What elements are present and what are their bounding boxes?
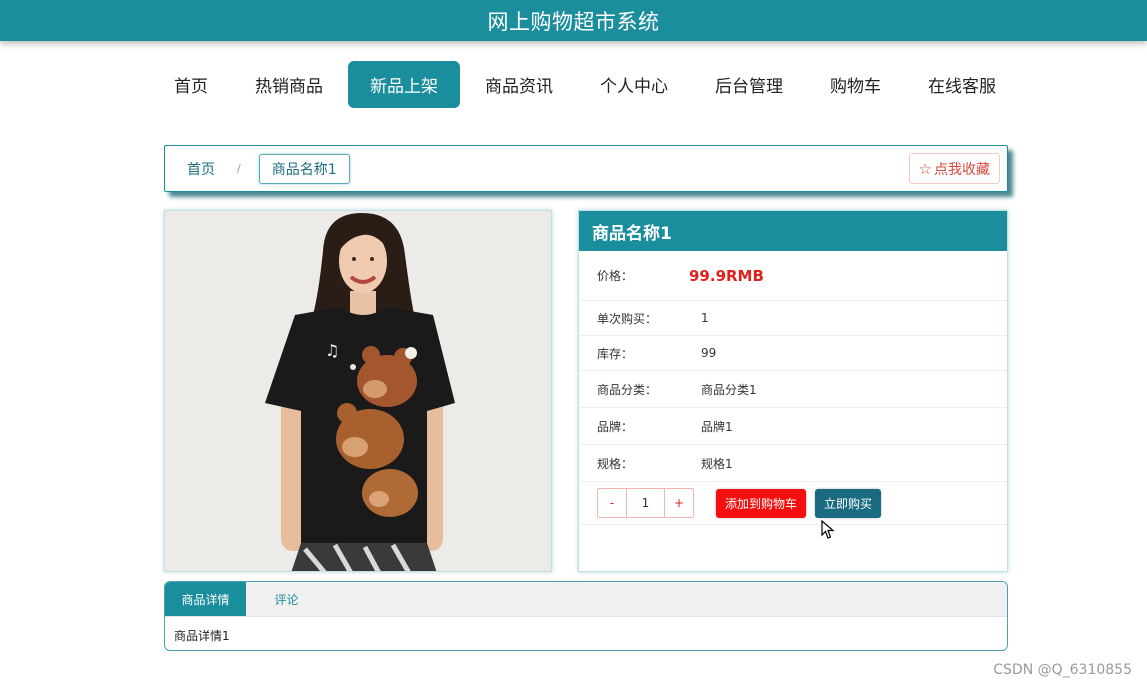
product-name: 商品名称1 <box>579 211 1007 251</box>
tab-content: 商品详情1 <box>174 629 230 643</box>
category-value: 商品分类1 <box>701 382 757 397</box>
product-info-panel: 商品名称1 价格： 99.9RMB 单次购买： 1 库存： 99 商品分类： 商… <box>578 210 1008 572</box>
stock-value: 99 <box>701 346 717 360</box>
tab-product-details[interactable]: 商品详情 <box>165 582 246 616</box>
breadcrumb-home-link[interactable]: 首页 <box>187 159 215 179</box>
info-row-spec: 规格： 规格1 <box>579 445 1007 482</box>
category-label: 商品分类： <box>597 382 658 397</box>
nav-item-home[interactable]: 首页 <box>152 61 230 108</box>
info-row-price: 价格： 99.9RMB <box>579 251 1007 301</box>
nav-item-hot-products[interactable]: 热销商品 <box>233 61 345 108</box>
nav-item-admin[interactable]: 后台管理 <box>693 61 805 108</box>
add-to-cart-button[interactable]: 添加到购物车 <box>716 488 807 518</box>
buy-now-button[interactable]: 立即购买 <box>815 488 882 518</box>
buy-actions: - 1 + 添加到购物车 立即购买 <box>579 482 1007 525</box>
purchase-qty-value: 1 <box>701 311 709 325</box>
tab-bar: 商品详情 评论 <box>165 582 1007 617</box>
watermark: CSDN @Q_6310855 <box>993 662 1132 678</box>
quantity-input[interactable]: 1 <box>626 489 665 517</box>
quantity-decrease-button[interactable]: - <box>598 489 626 517</box>
info-row-purchase-qty: 单次购买： 1 <box>579 301 1007 336</box>
price-label: 价格： <box>597 269 634 283</box>
stock-label: 库存： <box>597 346 634 361</box>
nav-item-customer-service[interactable]: 在线客服 <box>906 61 1018 108</box>
purchase-qty-label: 单次购买： <box>597 311 658 326</box>
breadcrumb-separator: / <box>237 162 241 175</box>
nav-item-product-news[interactable]: 商品资讯 <box>463 61 575 108</box>
nav-item-user-center[interactable]: 个人中心 <box>578 61 690 108</box>
spec-value: 规格1 <box>701 456 733 471</box>
nav-item-new-arrivals[interactable]: 新品上架 <box>348 61 460 108</box>
favorite-label: 点我收藏 <box>934 161 990 178</box>
nav-item-cart[interactable]: 购物车 <box>808 61 903 108</box>
brand-label: 品牌： <box>597 419 634 434</box>
price-value: 99.9RMB <box>689 266 764 285</box>
site-title: 网上购物超市系统 <box>487 9 660 34</box>
favorite-button[interactable]: ☆ 点我收藏 <box>908 153 1000 184</box>
info-row-stock: 库存： 99 <box>579 336 1007 371</box>
header-bar: 网上购物超市系统 <box>0 0 1147 41</box>
info-row-category: 商品分类： 商品分类1 <box>579 371 1007 408</box>
svg-text:♫: ♫ <box>325 341 339 360</box>
tab-comments[interactable]: 评论 <box>246 582 327 616</box>
product-image: ♫ <box>164 210 552 572</box>
breadcrumb: 首页 / 商品名称1 ☆ 点我收藏 <box>164 145 1008 192</box>
star-outline-icon: ☆ <box>918 159 932 178</box>
main-nav: 首页 热销商品 新品上架 商品资讯 个人中心 后台管理 购物车 在线客服 <box>152 61 1018 108</box>
spec-label: 规格： <box>597 456 634 471</box>
quantity-stepper: - 1 + <box>597 488 694 518</box>
quantity-increase-button[interactable]: + <box>665 489 693 517</box>
brand-value: 品牌1 <box>701 419 733 434</box>
breadcrumb-current[interactable]: 商品名称1 <box>258 153 350 184</box>
product-photo: ♫ <box>165 211 551 571</box>
info-row-brand: 品牌： 品牌1 <box>579 408 1007 445</box>
detail-tabs: 商品详情 评论 商品详情1 <box>164 581 1008 651</box>
